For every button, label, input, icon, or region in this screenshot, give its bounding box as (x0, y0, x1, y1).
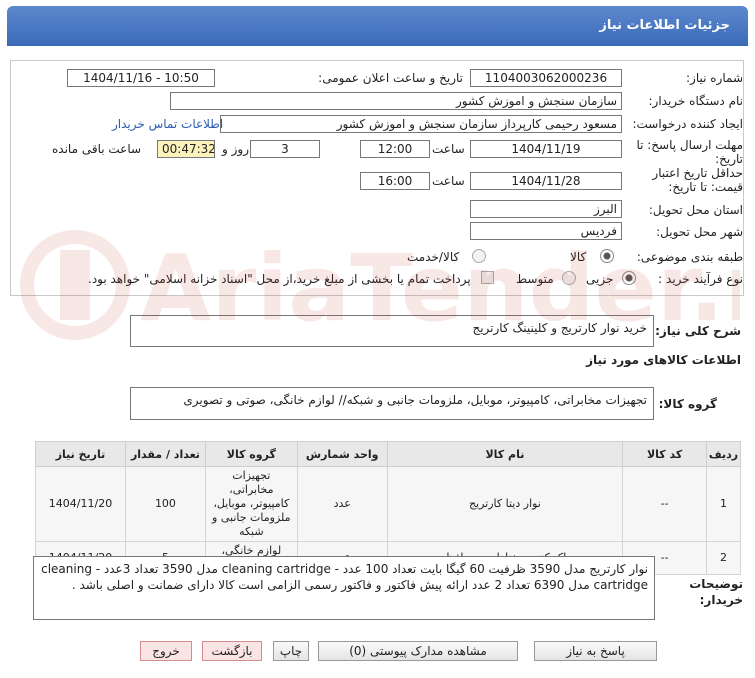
contact-info-link[interactable]: اطلاعات تماس خریدار (112, 117, 223, 131)
cell-unit: عدد (296, 466, 388, 542)
process-option-medium: متوسط (516, 272, 554, 286)
category-radio-goods-service[interactable] (472, 249, 486, 263)
process-radio-medium[interactable] (562, 271, 576, 285)
process-label: نوع فرآیند خرید : (658, 272, 743, 286)
category-option-goods: کالا (570, 250, 587, 264)
col-header-date: تاریخ نیاز (35, 441, 126, 467)
need-number-label: شماره نیاز: (686, 71, 743, 85)
cell-group: تجهیزات مخابراتی، کامپیوتر، موبایل، ملزو… (204, 466, 298, 542)
view-attachments-button[interactable]: مشاهده مدارک پیوستی (0) (318, 641, 518, 661)
table-header-row: ردیف کد کالا نام کالا واحد شمارش گروه کا… (35, 441, 741, 467)
category-option-goods-service: کالا/خدمت (407, 250, 460, 264)
deadline-label: مهلت ارسال پاسخ: تا تاریخ: (636, 138, 743, 166)
page-title: جزئیات اطلاعات نیاز (599, 18, 730, 33)
cell-qty: 100 (125, 466, 206, 542)
process-radio-minor[interactable] (622, 271, 636, 285)
table-row[interactable]: 1 -- نوار دیتا کارتریج عدد تجهیزات مخابر… (35, 466, 741, 542)
buyer-notes-field: نوار کارتریج مدل 3590 ظرفیت 60 گیگا بایت… (33, 556, 655, 620)
buyer-org-field: سازمان سنجش و اموزش کشور (170, 92, 622, 110)
min-validity-label: حداقل تاریخ اعتبار قیمت: تا تاریخ: (652, 166, 743, 194)
days-remaining-field: 3 (250, 140, 320, 158)
deadline-time-label: ساعت (432, 142, 465, 156)
category-label: طبقه بندی موضوعی: (636, 250, 743, 264)
items-table: ردیف کد کالا نام کالا واحد شمارش گروه کا… (35, 441, 741, 575)
general-desc-field: خرید نوار کارتریج و کلینینگ کارتریج (130, 315, 654, 347)
city-label: شهر محل تحویل: (656, 225, 743, 239)
deadline-time-field: 12:00 (360, 140, 430, 158)
col-header-qty: تعداد / مقدار (125, 441, 206, 467)
col-header-row-num: ردیف (706, 441, 741, 467)
general-desc-label: شرح کلی نیاز: (655, 324, 741, 338)
remaining-time-label: ساعت باقی مانده (52, 142, 142, 156)
deadline-date-field: 1404/11/19 (470, 140, 622, 158)
creator-field: مسعود رحیمی کارپرداز سازمان سنجش و اموزش… (220, 115, 622, 133)
cell-row-num: 2 (706, 541, 741, 575)
cell-date: 1404/11/20 (35, 466, 126, 542)
validity-time-field: 16:00 (360, 172, 430, 190)
cell-row-num: 1 (706, 466, 741, 542)
category-radio-goods[interactable] (600, 249, 614, 263)
page-title-bar: جزئیات اطلاعات نیاز (7, 6, 748, 46)
buyer-org-label: نام دستگاه خریدار: (648, 94, 744, 108)
treasury-payment-checkbox[interactable] (481, 271, 494, 284)
treasury-payment-note: پرداخت تمام یا بخشی از مبلغ خرید،از محل … (88, 272, 471, 286)
creator-label: ایجاد کننده درخواست: (632, 117, 743, 131)
announce-label: تاریخ و ساعت اعلان عمومی: (318, 71, 463, 85)
back-button[interactable]: بازگشت (202, 641, 262, 661)
col-header-code: کد کالا (622, 441, 708, 467)
need-number-field: 1104003062000236 (470, 69, 622, 87)
goods-info-title: اطلاعات کالاهای مورد نیاز (586, 353, 741, 367)
col-header-unit: واحد شمارش (296, 441, 388, 467)
remaining-time-field: 00:47:32 (157, 140, 215, 158)
validity-time-label: ساعت (432, 174, 465, 188)
province-field: البرز (470, 200, 622, 218)
goods-group-label: گروه کالا: (658, 397, 717, 411)
province-label: استان محل تحویل: (648, 203, 743, 217)
buyer-notes-label: توضیحات خریدار: (689, 577, 743, 607)
process-option-minor: جزیی (586, 272, 614, 286)
reply-button[interactable]: پاسخ به نیاز (534, 641, 657, 661)
city-field: فردیس (470, 222, 622, 240)
cell-code: -- (622, 466, 708, 542)
days-label: روز و (222, 142, 249, 156)
announce-field: 1404/11/16 - 10:50 (67, 69, 215, 87)
cell-name: نوار دیتا کارتریج (386, 466, 624, 542)
print-button[interactable]: چاپ (273, 641, 309, 661)
col-header-group: گروه کالا (204, 441, 298, 467)
col-header-name: نام کالا (386, 441, 624, 467)
validity-date-field: 1404/11/28 (470, 172, 622, 190)
goods-group-field: تجهیزات مخابراتی، کامپیوتر، موبایل، ملزو… (130, 387, 654, 420)
exit-button[interactable]: خروج (140, 641, 192, 661)
